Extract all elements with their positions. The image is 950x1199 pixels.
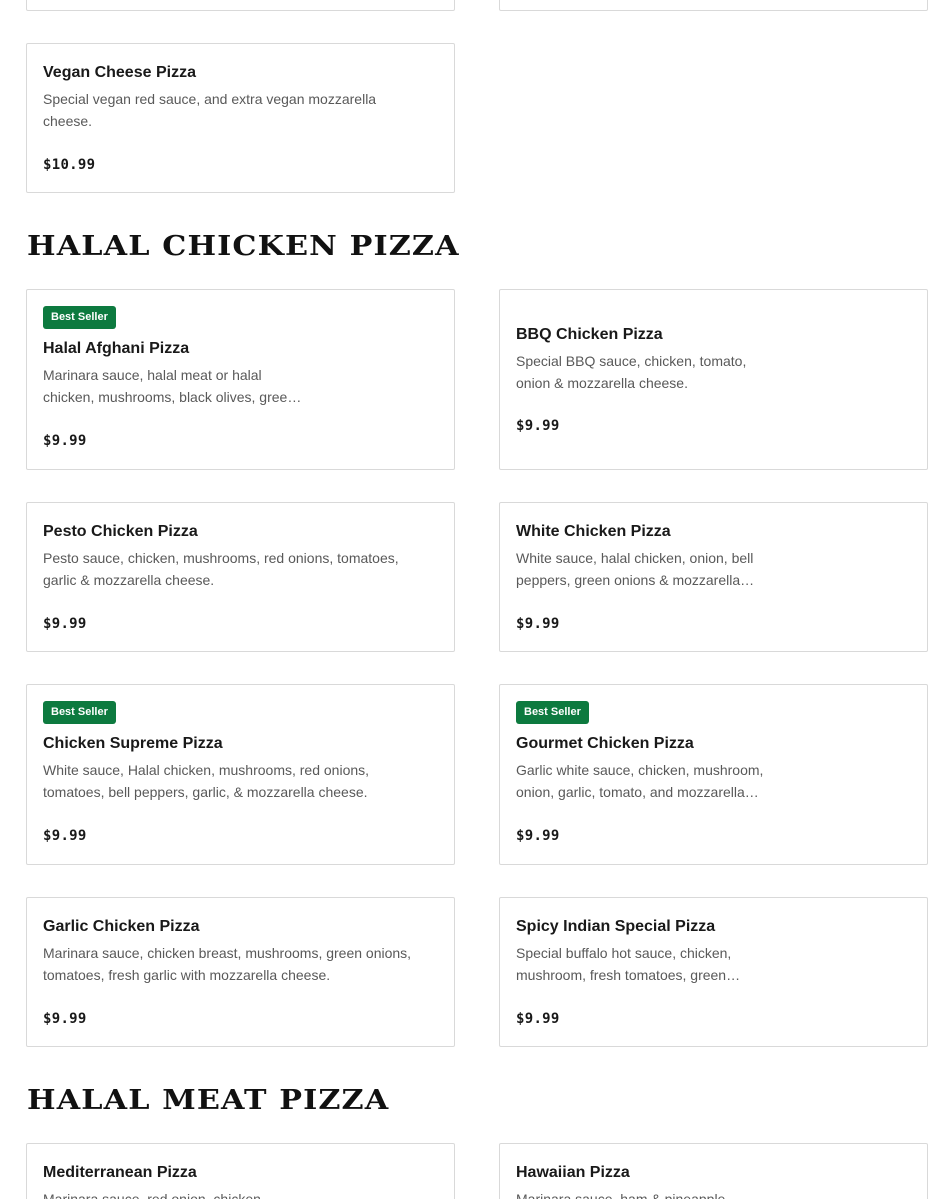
item-name: BBQ Chicken Pizza [516,326,663,343]
item-price: $9.99 [516,418,560,434]
best-seller-badge: Best Seller [43,701,116,724]
menu-item-card[interactable]: Best Seller Chicken Supreme Pizza White … [26,684,455,865]
menu-item-card-partial[interactable] [499,0,928,11]
menu-item-card[interactable]: Best Seller Gourmet Chicken Pizza Garlic… [499,684,928,865]
item-description: Marinara sauce, ham & pineapple [516,1191,726,1199]
item-price: $9.99 [43,616,87,632]
item-description: Pesto sauce, chicken, mushrooms, red oni… [43,550,399,588]
item-description: White sauce, Halal chicken, mushrooms, r… [43,762,370,800]
menu-item-card[interactable]: Best Seller Halal Afghani Pizza Marinara… [26,289,455,470]
item-name: White Chicken Pizza [516,523,671,540]
menu-item-card[interactable]: White Chicken Pizza White sauce, halal c… [499,502,928,652]
section-title: HALAL MEAT PIZZA [27,1085,390,1116]
menu-item-card[interactable]: Hawaiian Pizza Marinara sauce, ham & pin… [499,1143,928,1199]
menu-item-card-partial[interactable] [26,0,455,11]
item-name: Spicy Indian Special Pizza [516,918,716,935]
menu-item-card[interactable]: BBQ Chicken Pizza Special BBQ sauce, chi… [499,289,928,470]
item-name: Mediterranean Pizza [43,1164,197,1181]
item-name: Hawaiian Pizza [516,1164,630,1181]
item-description: Marinara sauce, red onion, chicken [43,1191,261,1199]
item-name: Pesto Chicken Pizza [43,523,198,540]
menu-item-card[interactable]: Vegan Cheese Pizza Special vegan red sau… [26,43,455,193]
menu-item-card[interactable]: Spicy Indian Special Pizza Special buffa… [499,897,928,1047]
item-price: $9.99 [516,616,560,632]
item-price: $9.99 [516,1011,560,1027]
item-description: Marinara sauce, halal meat or halal chic… [43,367,296,405]
item-name: Garlic Chicken Pizza [43,918,200,935]
menu-item-card[interactable]: Mediterranean Pizza Marinara sauce, red … [26,1143,455,1199]
section-title: HALAL CHICKEN PIZZA [27,231,460,262]
best-seller-badge: Best Seller [516,701,589,724]
item-name: Halal Afghani Pizza [43,340,190,357]
item-description: Special buffalo hot sauce, chicken, mush… [516,945,732,983]
item-description: Garlic white sauce, chicken, mushroom, o… [516,762,764,800]
menu-item-card[interactable]: Garlic Chicken Pizza Marinara sauce, chi… [26,897,455,1047]
item-description: Special vegan red sauce, and extra vegan… [43,91,377,129]
item-name: Chicken Supreme Pizza [43,735,223,752]
item-price: $9.99 [43,828,87,844]
item-description: Special BBQ sauce, chicken, tomato, onio… [516,353,747,391]
item-description: White sauce, halal chicken, onion, bell … [516,550,754,588]
menu-item-card[interactable]: Pesto Chicken Pizza Pesto sauce, chicken… [26,502,455,652]
best-seller-badge: Best Seller [43,306,116,329]
item-price: $9.99 [43,433,87,449]
item-name: Gourmet Chicken Pizza [516,735,694,752]
item-price: $9.99 [43,1011,87,1027]
item-price: $10.99 [43,157,96,173]
item-description: Marinara sauce, chicken breast, mushroom… [43,945,412,983]
item-name: Vegan Cheese Pizza [43,64,196,81]
item-price: $9.99 [516,828,560,844]
